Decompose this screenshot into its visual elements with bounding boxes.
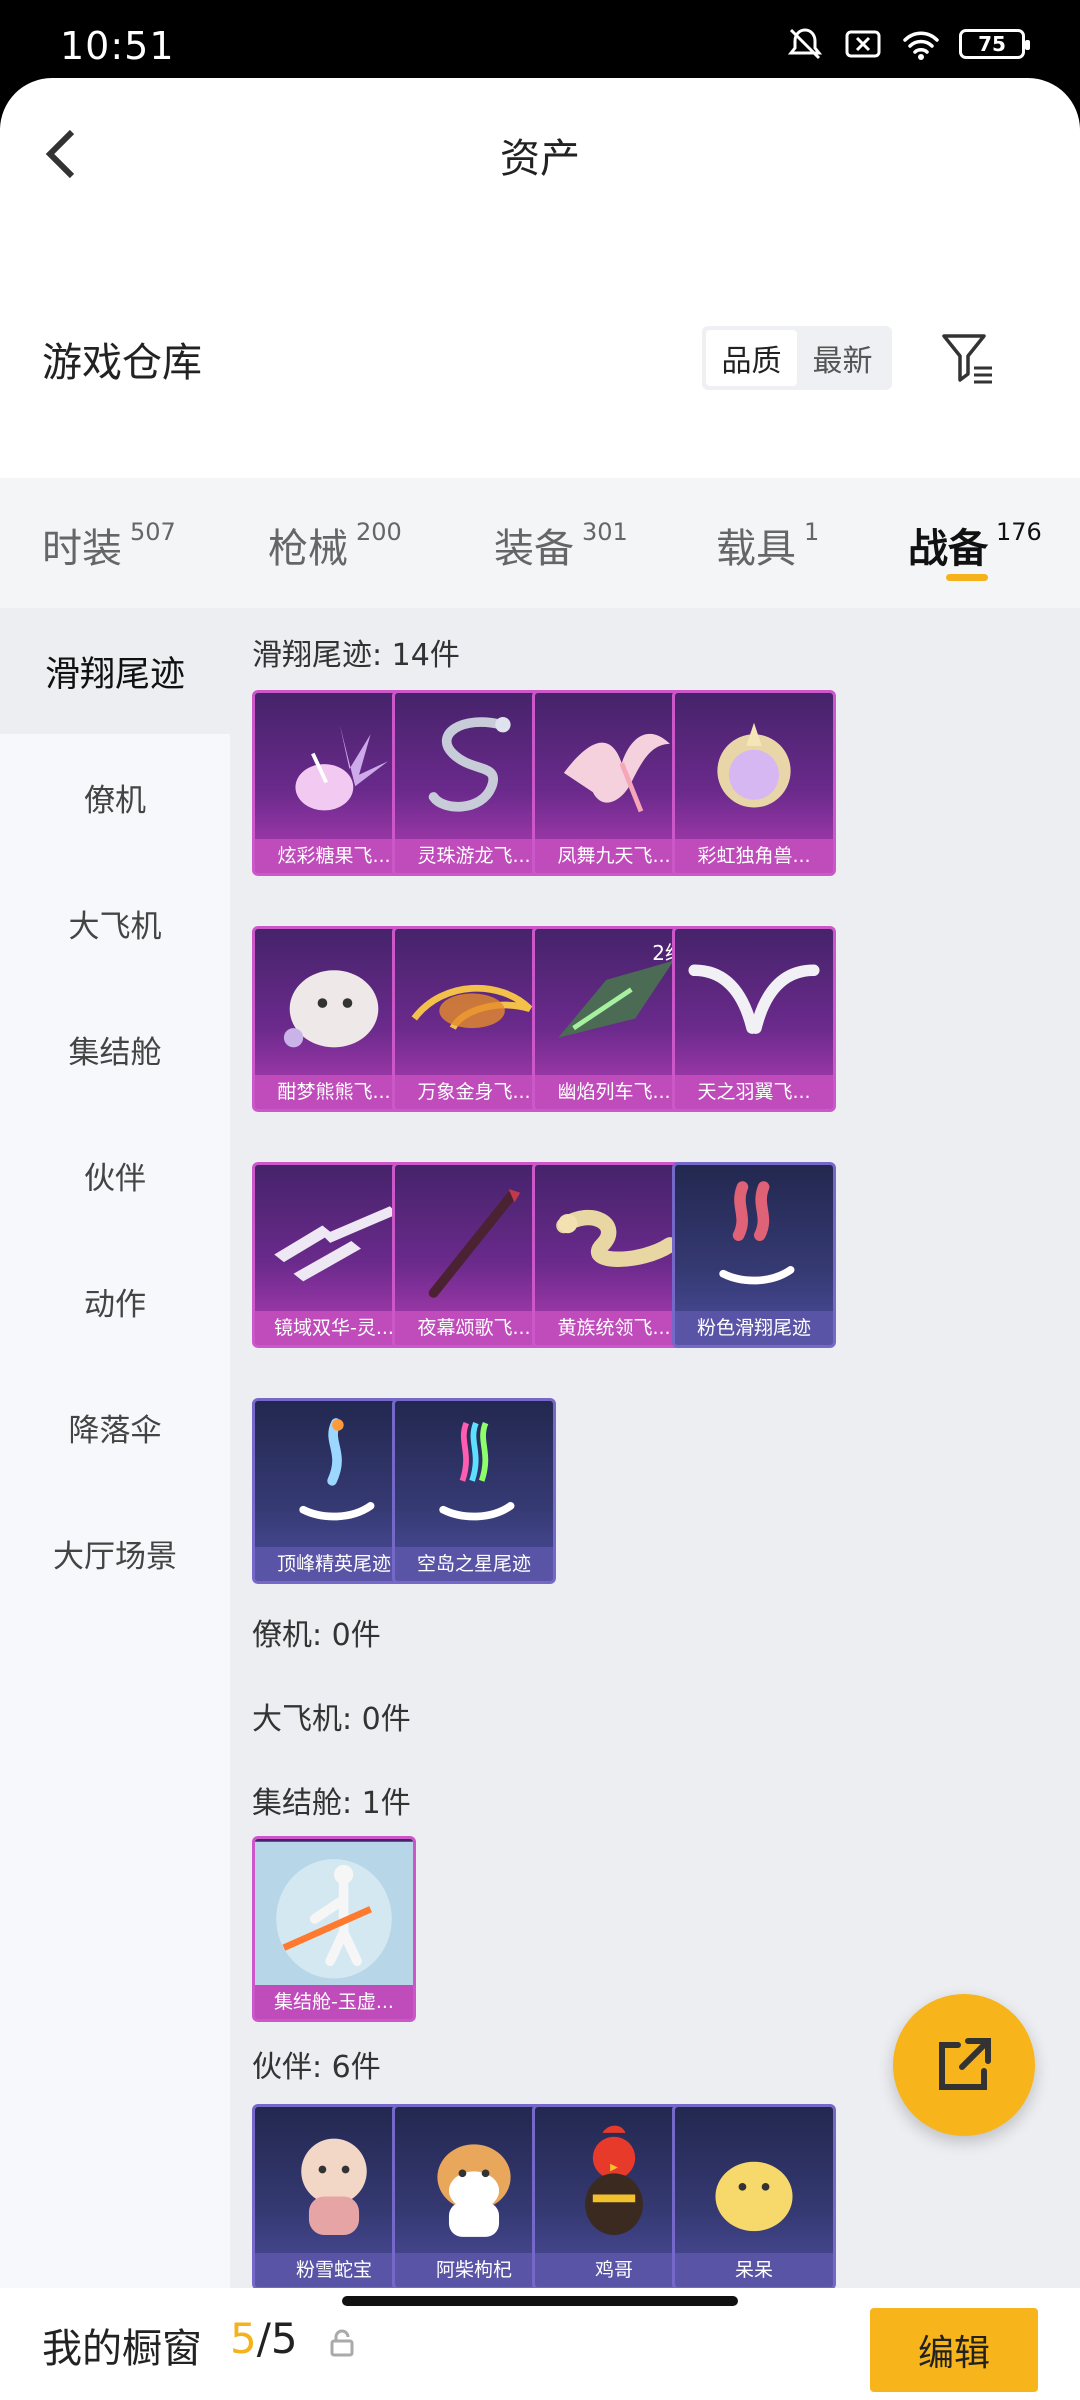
- section-title-glide-trail: 滑翔尾迹: 14件: [252, 638, 460, 673]
- lock-icon: [330, 2329, 354, 2357]
- sidebar-item-emote[interactable]: 动作: [0, 1238, 230, 1364]
- showcase-separator: /: [256, 2314, 271, 2363]
- tab-equipment[interactable]: 装备 301: [494, 516, 628, 574]
- pink-smoke-trail-icon: [719, 1181, 795, 1285]
- status-bar: 10:51 75: [0, 0, 1080, 80]
- golden-swirl-icon: [411, 984, 533, 1030]
- rooster-icon: [585, 2125, 643, 2235]
- sidebar-item-big-plane[interactable]: 大飞机: [0, 860, 230, 986]
- rainbow-trail-icon: [439, 1421, 515, 1521]
- tab-label: 枪械: [268, 526, 348, 572]
- bear-icon: [283, 970, 379, 1048]
- golden-dragon-icon: [556, 1209, 678, 1267]
- sort-toggle: 品质 最新: [702, 326, 892, 390]
- warehouse-title: 游戏仓库: [42, 340, 202, 386]
- item-card[interactable]: 呆呆: [672, 2104, 836, 2288]
- unicorn-orb-icon: [717, 722, 791, 808]
- category-tabs: 时装 507 枪械 200 装备 301 载具 1 战备 176: [0, 478, 1080, 608]
- item-name: 集结舱-玉虚...: [255, 1985, 413, 2019]
- tab-label: 战备: [908, 526, 988, 572]
- tab-battle-gear[interactable]: 战备 176: [908, 516, 1042, 581]
- sidebar-item-assembly-capsule[interactable]: 集结舱: [0, 986, 230, 1112]
- item-name: 夜幕颂歌飞...: [395, 1311, 553, 1345]
- warehouse-row: 游戏仓库 品质 最新: [0, 298, 1080, 418]
- share-button[interactable]: [893, 1994, 1035, 2136]
- showcase-count: 5/5: [230, 2314, 298, 2363]
- crystal-shards-icon: [274, 1206, 398, 1282]
- elite-trail-icon: [299, 1418, 375, 1521]
- status-icons: 75: [785, 26, 1030, 62]
- item-name: 鸡哥: [535, 2253, 693, 2287]
- tab-count: 1: [804, 518, 820, 546]
- item-card[interactable]: 集结舱-玉虚...: [252, 1836, 416, 2022]
- filter-icon[interactable]: [940, 330, 996, 386]
- item-name: 粉雪蛇宝: [255, 2253, 413, 2287]
- item-name: 镜域双华-灵...: [255, 1311, 413, 1345]
- section-title-assembly-capsule: 集结舱: 1件: [252, 1786, 411, 1821]
- page-title: 资产: [500, 136, 580, 182]
- tab-label: 时装: [42, 526, 122, 572]
- sidebar-item-wingman[interactable]: 僚机: [0, 734, 230, 860]
- active-tab-indicator: [946, 574, 988, 581]
- item-name: 凤舞九天飞...: [535, 839, 693, 873]
- tab-count: 301: [582, 518, 628, 546]
- tab-count: 507: [130, 518, 176, 546]
- phoenix-icon: [563, 733, 670, 813]
- sidebar-item-partner[interactable]: 伙伴: [0, 1112, 230, 1238]
- section-title-big-plane: 大飞机: 0件: [252, 1702, 411, 1737]
- tab-label: 装备: [494, 526, 574, 572]
- item-name: 炫彩糖果飞...: [255, 839, 413, 873]
- item-name: 粉色滑翔尾迹: [675, 1311, 833, 1345]
- sort-quality-button[interactable]: 品质: [706, 330, 797, 386]
- subcategory-sidebar: 滑翔尾迹 僚机 大飞机 集结舱 伙伴 动作 降落伞 大厅场景: [0, 608, 230, 2288]
- tab-count: 176: [996, 518, 1042, 546]
- item-name: 顶峰精英尾迹: [255, 1547, 413, 1581]
- tab-count: 200: [356, 518, 402, 546]
- edit-button[interactable]: 编辑: [870, 2308, 1038, 2392]
- item-name: 幽焰列车飞...: [535, 1075, 693, 1109]
- sidebar-item-glide-trail[interactable]: 滑翔尾迹: [0, 608, 230, 734]
- item-name: 灵珠游龙飞...: [395, 839, 553, 873]
- section-title-partner: 伙伴: 6件: [252, 2050, 381, 2085]
- item-card[interactable]: 彩虹独角兽...: [672, 690, 836, 876]
- wifi-icon: [903, 31, 939, 60]
- item-name: 天之羽翼飞...: [675, 1075, 833, 1109]
- feather-wings-icon: [688, 964, 820, 1034]
- item-name: 呆呆: [675, 2253, 833, 2287]
- item-name: 阿柴枸杞: [395, 2253, 553, 2287]
- sidebar-item-parachute[interactable]: 降落伞: [0, 1364, 230, 1490]
- item-card[interactable]: 天之羽翼飞...: [672, 926, 836, 1112]
- section-title-wingman: 僚机: 0件: [252, 1618, 381, 1653]
- tab-fashion[interactable]: 时装 507: [42, 516, 176, 574]
- no-sim-icon: [845, 30, 881, 58]
- showcase-total: 5: [270, 2314, 298, 2363]
- item-name: 空岛之星尾迹: [395, 1547, 553, 1581]
- tab-label: 载具: [716, 526, 796, 572]
- shiba-icon: [437, 2144, 511, 2237]
- crystal-candy-icon: [295, 724, 388, 811]
- showcase-label: 我的橱窗: [42, 2326, 202, 2372]
- staff-icon: [428, 1188, 521, 1298]
- duck-icon: [715, 2161, 793, 2232]
- sort-newest-button[interactable]: 最新: [797, 330, 888, 386]
- header: 资产: [0, 78, 1080, 228]
- item-name: 黄族统领飞...: [535, 1311, 693, 1345]
- item-name: 酣梦熊熊飞...: [255, 1075, 413, 1109]
- item-card[interactable]: 空岛之星尾迹: [392, 1398, 556, 1584]
- snake-doll-icon: [301, 2138, 367, 2235]
- item-card[interactable]: 粉色滑翔尾迹: [672, 1162, 836, 1348]
- showcase-current: 5: [230, 2314, 257, 2363]
- mute-bell-icon: [787, 28, 823, 60]
- status-time: 10:51: [60, 24, 175, 68]
- share-external-icon: [939, 2038, 991, 2090]
- tab-guns[interactable]: 枪械 200: [268, 516, 402, 574]
- tab-vehicles[interactable]: 载具 1: [716, 516, 819, 574]
- item-name: 彩虹独角兽...: [675, 839, 833, 873]
- home-indicator: [342, 2296, 738, 2306]
- sidebar-item-lobby-scene[interactable]: 大厅场景: [0, 1490, 230, 1616]
- item-name: 万象金身飞...: [395, 1075, 553, 1109]
- dragon-icon: [428, 716, 511, 812]
- capsule-icon: [255, 1841, 413, 1987]
- battery-icon: 75: [959, 29, 1030, 59]
